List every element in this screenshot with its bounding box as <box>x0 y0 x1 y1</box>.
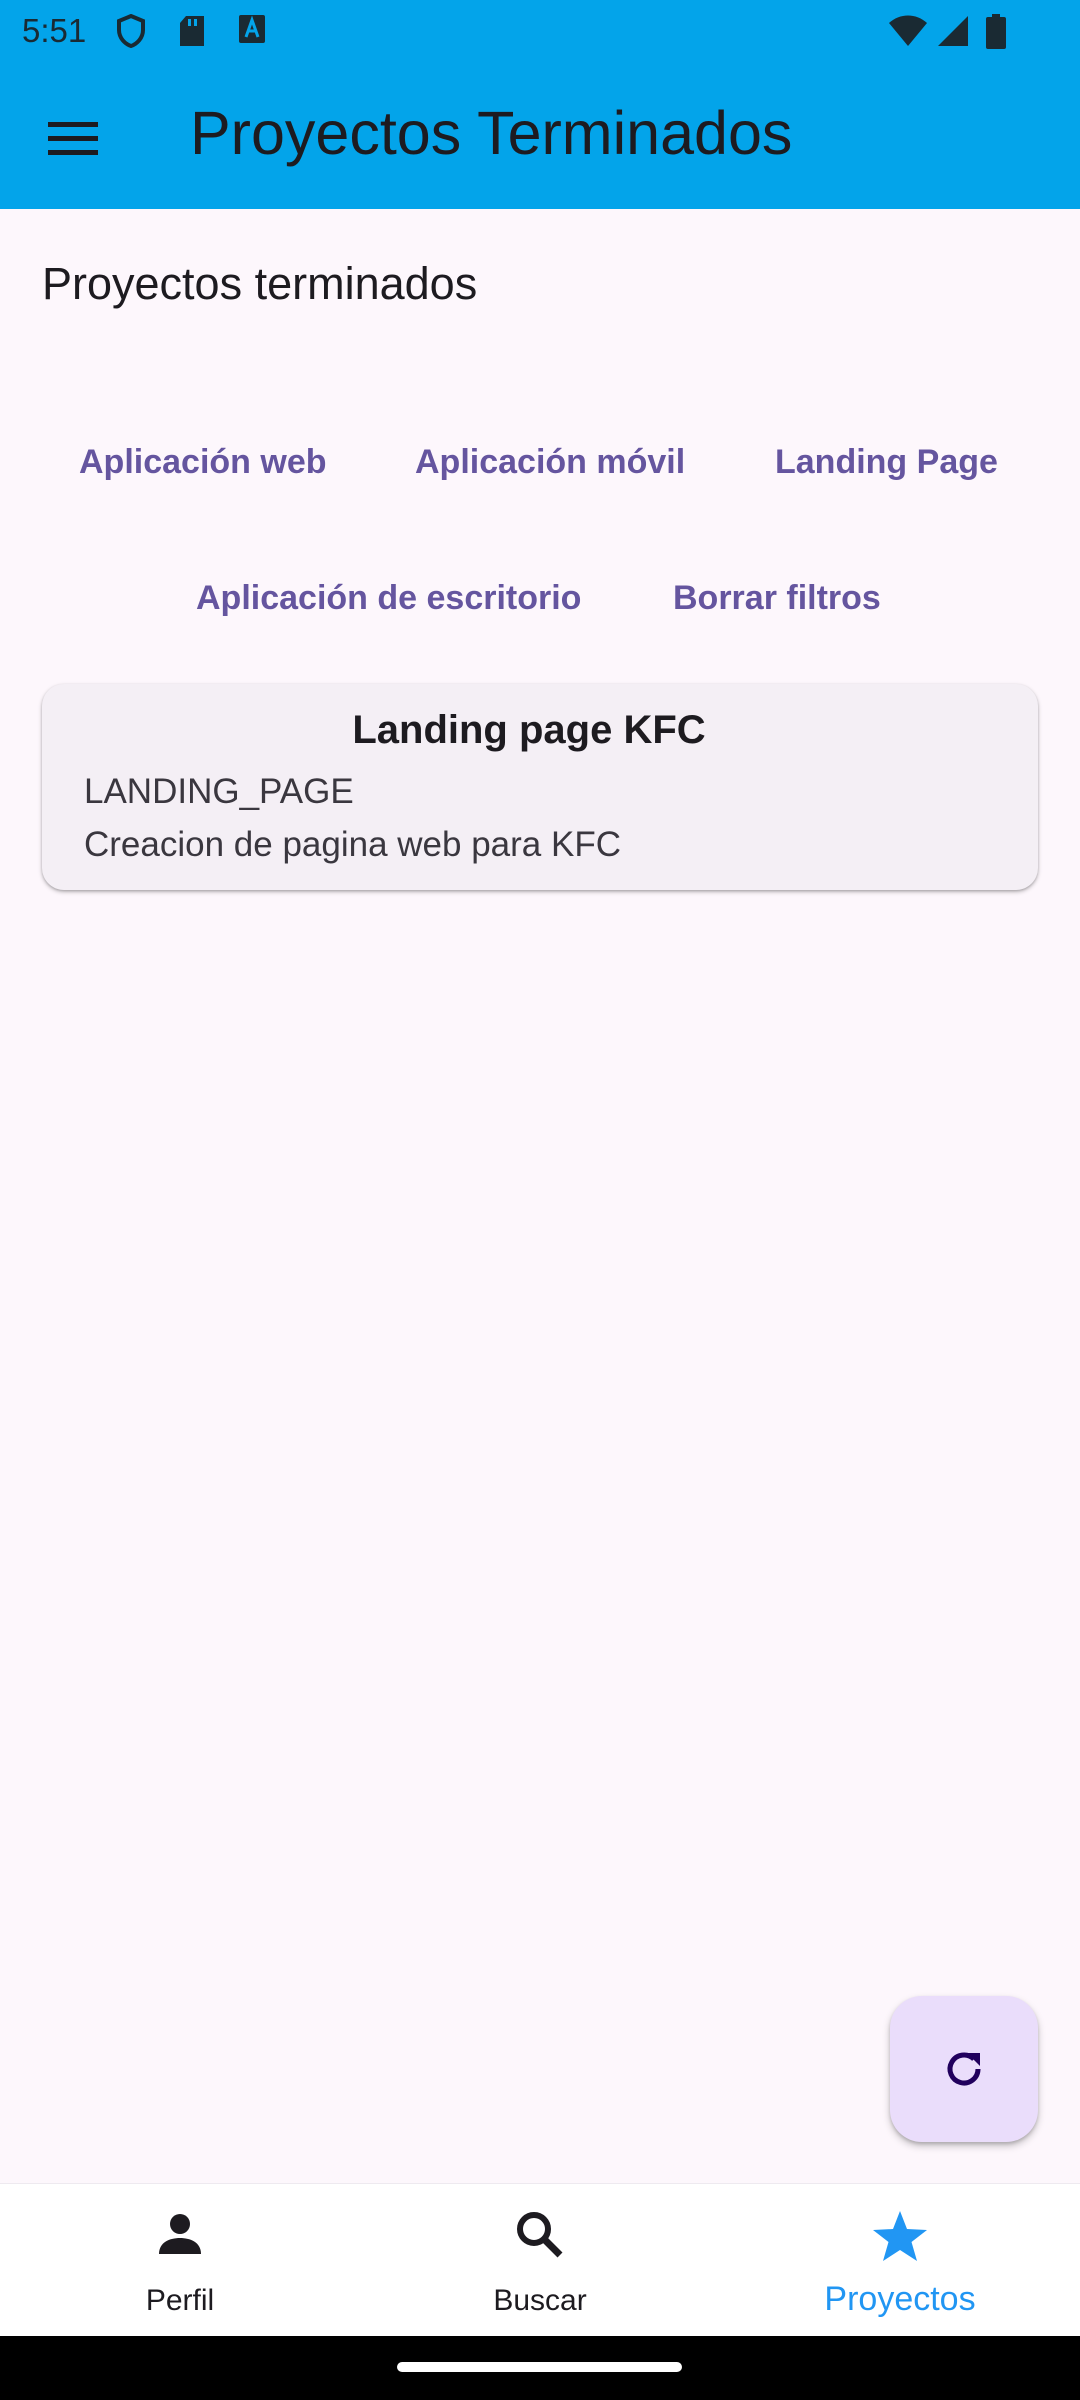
section-title: Proyectos terminados <box>42 258 478 309</box>
nav-item-proyectos[interactable]: Proyectos <box>720 2184 1080 2337</box>
nav-label-buscar: Buscar <box>493 2284 587 2317</box>
shield-icon <box>117 14 145 48</box>
project-type: LANDING_PAGE <box>84 772 354 811</box>
filter-landing-button[interactable]: Landing Page <box>775 432 998 492</box>
menu-icon <box>48 122 98 155</box>
battery-icon <box>986 14 1006 49</box>
project-title: Landing page KFC <box>352 708 706 752</box>
person-icon <box>159 2214 201 2254</box>
menu-button[interactable] <box>36 102 110 176</box>
filter-web-button[interactable]: Aplicación web <box>79 432 327 492</box>
wifi-icon <box>889 15 927 46</box>
refresh-button[interactable] <box>890 1996 1038 2142</box>
status-bar: 5:51 <box>0 0 1080 63</box>
font-badge-icon <box>239 15 265 43</box>
project-card[interactable]: Landing page KFC LANDING_PAGE Creacion d… <box>42 684 1038 890</box>
project-description: Creacion de pagina web para KFC <box>84 825 621 864</box>
search-icon <box>517 2212 563 2258</box>
clear-filters-button[interactable]: Borrar filtros <box>673 568 881 628</box>
system-gesture-bar <box>0 2336 1080 2400</box>
nav-label-perfil: Perfil <box>145 2284 215 2317</box>
nav-item-perfil[interactable]: Perfil <box>0 2184 360 2337</box>
nav-label-proyectos: Proyectos <box>824 2280 976 2318</box>
sd-card-icon <box>180 16 204 46</box>
signal-icon <box>938 16 968 46</box>
page-title: Proyectos Terminados <box>190 99 793 167</box>
status-time: 5:51 <box>22 12 87 49</box>
filter-desktop-button[interactable]: Aplicación de escritorio <box>196 568 581 628</box>
refresh-icon <box>947 2052 981 2086</box>
nav-item-buscar[interactable]: Buscar <box>360 2184 720 2337</box>
app-bar: 5:51 Proyectos Terminados <box>0 0 1080 209</box>
bottom-navigation: Perfil Buscar Proyectos <box>0 2183 1080 2337</box>
filter-mobile-button[interactable]: Aplicación móvil <box>415 432 685 492</box>
home-gesture-handle[interactable] <box>397 2362 682 2372</box>
star-icon <box>873 2211 927 2261</box>
